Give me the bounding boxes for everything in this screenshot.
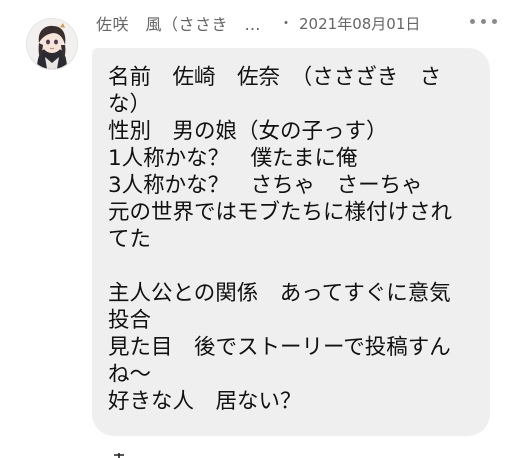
anime-girl-avatar: ?: [27, 19, 77, 69]
svg-text:?: ?: [63, 56, 66, 63]
message-text: 名前 佐崎 佐奈 （ささざき さ な） 性別 男の娘（女の子っす） 1人称かな？…: [108, 65, 453, 414]
next-post-fragment: [112, 446, 126, 458]
post-header: 佐咲 風（ささき … ・ 2021年08月01日: [96, 10, 472, 36]
author-name[interactable]: 佐咲 風（ささき …: [96, 11, 261, 35]
more-dots-icon: [491, 18, 497, 24]
more-options-button[interactable]: [468, 14, 498, 28]
avatar[interactable]: ?: [26, 18, 78, 70]
more-dots-icon: [480, 18, 486, 24]
more-dots-icon: [469, 18, 475, 24]
post-date: 2021年08月01日: [299, 14, 421, 33]
meta-separator: ・: [279, 16, 294, 32]
